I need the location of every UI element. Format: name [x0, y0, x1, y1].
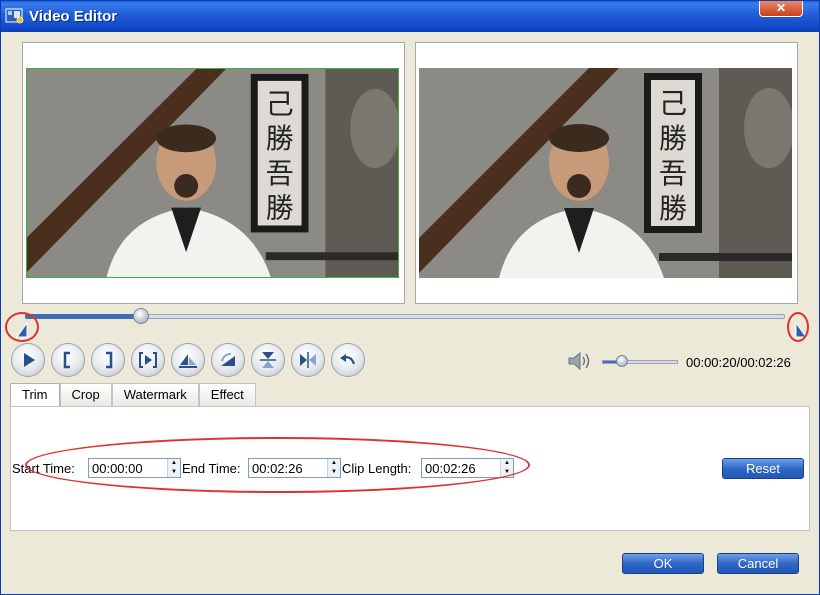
flip-up-down-button[interactable] — [251, 343, 285, 377]
trim-fields-highlight — [25, 437, 530, 493]
window-title: Video Editor — [29, 8, 118, 25]
video-editor-window: Video Editor ✕ 己 勝 吾 勝 己 勝 吾 勝 00:00:20/… — [0, 0, 820, 595]
svg-text:勝: 勝 — [266, 122, 294, 155]
right-bracket-icon — [106, 351, 113, 369]
set-end-button[interactable] — [91, 343, 125, 377]
svg-text:吾: 吾 — [659, 157, 687, 190]
svg-text:勝: 勝 — [266, 192, 294, 225]
seek-progress — [25, 314, 142, 319]
close-button[interactable]: ✕ — [759, 1, 803, 17]
editor-tabs: Trim Crop Watermark Effect — [10, 383, 256, 408]
flip-up-down-icon — [260, 352, 276, 368]
svg-text:己: 己 — [266, 88, 294, 121]
title-bar[interactable]: Video Editor ✕ — [1, 1, 819, 32]
seek-thumb[interactable] — [133, 308, 150, 324]
svg-text:己: 己 — [659, 87, 687, 120]
flip-horizontal-icon — [300, 352, 316, 368]
volume-thumb[interactable] — [615, 355, 628, 367]
go-to-end-button[interactable] — [131, 343, 165, 377]
reset-button[interactable]: Reset — [722, 458, 804, 479]
start-marker-highlight — [5, 312, 39, 342]
seek-bar[interactable] — [25, 308, 785, 324]
svg-text:勝: 勝 — [659, 192, 687, 225]
flip-horizontal-button[interactable] — [291, 343, 325, 377]
app-icon — [5, 8, 24, 24]
tab-watermark[interactable]: Watermark — [111, 383, 199, 407]
jump-icon — [139, 352, 157, 368]
flip-vertical-icon — [179, 354, 197, 368]
left-bracket-icon — [63, 351, 70, 369]
speaker-icon[interactable] — [567, 350, 593, 372]
undo-icon — [340, 354, 356, 365]
svg-text:勝: 勝 — [659, 122, 687, 155]
time-readout: 00:00:20/00:02:26 — [686, 355, 791, 370]
output-preview: 己 勝 吾 勝 — [415, 42, 798, 304]
rotate-icon — [221, 353, 235, 366]
output-video-frame: 己 勝 吾 勝 — [419, 68, 792, 278]
client-area: 己 勝 吾 勝 己 勝 吾 勝 00:00:20/00:02:26 Trim C… — [5, 32, 815, 592]
flip-vertical-button[interactable] — [171, 343, 205, 377]
volume-slider[interactable] — [602, 355, 678, 367]
ok-button[interactable]: OK — [622, 553, 704, 574]
rotate-button[interactable] — [211, 343, 245, 377]
tab-effect[interactable]: Effect — [198, 383, 256, 407]
original-preview: 己 勝 吾 勝 — [22, 42, 405, 304]
tab-trim[interactable]: Trim — [10, 383, 60, 408]
cancel-button[interactable]: Cancel — [717, 553, 799, 574]
svg-text:吾: 吾 — [266, 157, 294, 190]
video-frame-image: 己 勝 吾 勝 — [419, 68, 792, 278]
end-marker-highlight — [787, 312, 809, 342]
tab-crop[interactable]: Crop — [59, 383, 112, 407]
play-icon — [24, 353, 35, 367]
video-frame-image: 己 勝 吾 勝 — [27, 69, 398, 277]
original-video-frame[interactable]: 己 勝 吾 勝 — [26, 68, 399, 278]
play-button[interactable] — [11, 343, 45, 377]
set-start-button[interactable] — [51, 343, 85, 377]
undo-button[interactable] — [331, 343, 365, 377]
